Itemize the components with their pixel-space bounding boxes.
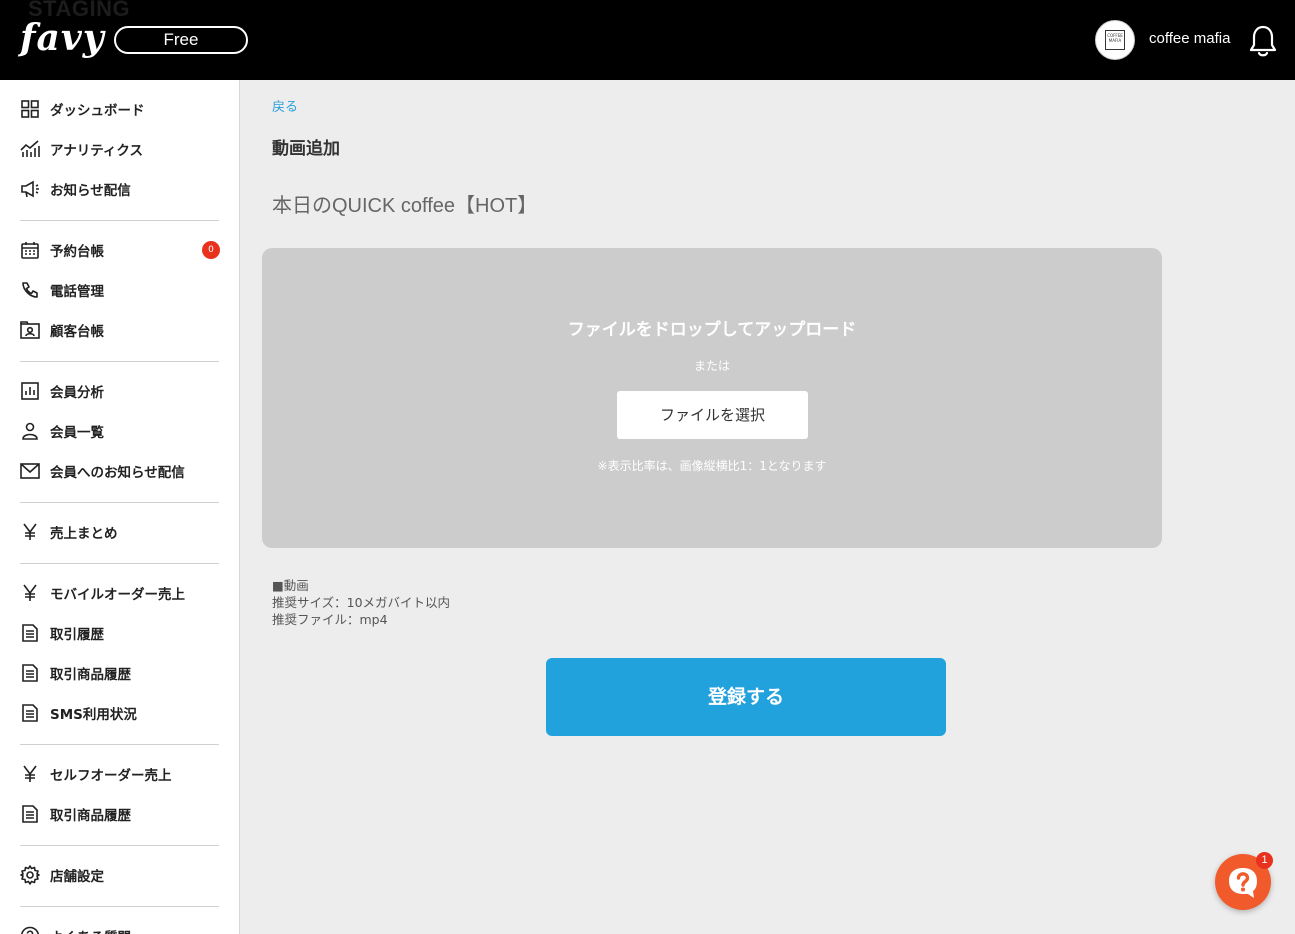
sidebar-item-label: 顧客台帳	[50, 324, 104, 340]
sidebar-item-label: 売上まとめ	[50, 526, 118, 542]
account-name[interactable]: coffee mafia	[1149, 29, 1230, 49]
sidebar-item-member-analysis[interactable]: 会員分析	[20, 371, 220, 411]
sidebar-item-label: アナリティクス	[50, 143, 144, 159]
sidebar-item-transactions[interactable]: 取引履歴	[20, 613, 220, 653]
document-icon	[20, 703, 40, 723]
sidebar-item-label: ダッシュボード	[50, 103, 145, 119]
megaphone-icon	[20, 179, 40, 199]
sidebar-item-label: よくある質問	[50, 926, 131, 934]
avatar-logo: COFFEE MAFIA	[1105, 30, 1125, 50]
yen-icon	[20, 522, 40, 542]
sidebar-item-member-announcements[interactable]: 会員へのお知らせ配信	[20, 451, 220, 491]
aspect-ratio-note: ※表示比率は、画像縦横比1：1となります	[597, 459, 827, 473]
person-icon	[20, 421, 40, 441]
gear-icon	[20, 865, 40, 885]
sidebar-divider	[20, 220, 219, 221]
yen-icon	[20, 764, 40, 784]
upload-requirements: ■動画 推奨サイズ：10メガバイト以内 推奨ファイル：mp4	[272, 577, 450, 628]
yen-icon	[20, 583, 40, 603]
sidebar-item-label: お知らせ配信	[50, 183, 131, 199]
sidebar-item-store-settings[interactable]: 店舗設定	[20, 855, 220, 895]
sidebar-item-customers[interactable]: 顧客台帳	[20, 310, 220, 350]
document-icon	[20, 623, 40, 643]
sidebar-item-sms-usage[interactable]: SMS利用状況	[20, 693, 220, 733]
document-icon	[20, 663, 40, 683]
sidebar-item-analytics[interactable]: アナリティクス	[20, 129, 220, 169]
sidebar-item-label: 店舗設定	[50, 869, 104, 885]
sidebar-item-member-list[interactable]: 会員一覧	[20, 411, 220, 451]
reservation-count-badge: 0	[202, 241, 220, 259]
register-button[interactable]: 登録する	[546, 658, 946, 736]
sidebar-divider	[20, 361, 219, 362]
sidebar-divider	[20, 906, 219, 907]
plan-badge[interactable]: Free	[114, 26, 248, 54]
sidebar-item-phone[interactable]: 電話管理	[20, 270, 220, 310]
sidebar: ダッシュボード アナリティクス お知らせ配信 予約台帳 0 電話管理 顧客台帳	[0, 80, 240, 934]
sidebar-item-label: 会員一覧	[50, 425, 104, 441]
help-notification-badge: 1	[1256, 852, 1273, 869]
favy-logo[interactable]: favy	[20, 18, 105, 58]
sidebar-item-transaction-products[interactable]: 取引商品履歴	[20, 653, 220, 693]
sidebar-item-sales-summary[interactable]: 売上まとめ	[20, 512, 220, 552]
mail-icon	[20, 461, 40, 481]
sidebar-item-label: 電話管理	[50, 284, 104, 300]
sidebar-divider	[20, 502, 219, 503]
sidebar-item-label: 取引商品履歴	[50, 667, 131, 683]
back-link[interactable]: 戻る	[272, 99, 298, 117]
sidebar-divider	[20, 563, 219, 564]
sidebar-item-label: 取引商品履歴	[50, 808, 131, 824]
recommended-size: 推奨サイズ：10メガバイト以内	[272, 595, 451, 610]
calendar-icon	[20, 240, 40, 260]
grid-icon	[20, 99, 40, 119]
sidebar-item-self-order-sales[interactable]: セルフオーダー売上	[20, 754, 220, 794]
bell-icon[interactable]	[1248, 24, 1278, 58]
sidebar-item-reservations[interactable]: 予約台帳 0	[20, 230, 220, 270]
dropzone-or-label: または	[693, 359, 730, 373]
sidebar-item-announcements[interactable]: お知らせ配信	[20, 169, 220, 209]
sidebar-item-label: 予約台帳	[50, 244, 104, 260]
sidebar-item-mobile-order-sales[interactable]: モバイルオーダー売上	[20, 573, 220, 613]
sidebar-divider	[20, 744, 219, 745]
sidebar-item-dashboard[interactable]: ダッシュボード	[20, 89, 220, 129]
avatar[interactable]: COFFEE MAFIA	[1095, 20, 1135, 60]
sidebar-item-label: 取引履歴	[50, 627, 104, 643]
dropzone-title: ファイルをドロップしてアップロード	[567, 320, 857, 340]
phone-icon	[20, 280, 40, 300]
sidebar-item-self-order-transaction-products[interactable]: 取引商品履歴	[20, 794, 220, 834]
contact-card-icon	[20, 320, 40, 340]
top-header: STAGING favy Free COFFEE MAFIA coffee ma…	[0, 0, 1295, 80]
requirements-heading: ■動画	[272, 578, 309, 593]
sidebar-item-label: モバイルオーダー売上	[50, 587, 185, 603]
recommended-format: 推奨ファイル：mp4	[272, 612, 388, 627]
sidebar-item-label: 会員へのお知らせ配信	[50, 465, 185, 481]
sidebar-item-label: 会員分析	[50, 385, 104, 401]
sidebar-item-label: SMS利用状況	[50, 707, 137, 723]
page-title: 動画追加	[272, 139, 340, 159]
document-icon	[20, 804, 40, 824]
sidebar-item-label: セルフオーダー売上	[50, 768, 172, 784]
help-circle-icon	[20, 926, 40, 934]
item-name: 本日のQUICK coffee【HOT】	[272, 195, 538, 217]
sidebar-item-faq[interactable]: よくある質問	[20, 916, 220, 934]
sidebar-divider	[20, 845, 219, 846]
chart-line-icon	[20, 139, 40, 159]
bar-chart-icon	[20, 381, 40, 401]
select-file-button[interactable]: ファイルを選択	[617, 391, 808, 439]
